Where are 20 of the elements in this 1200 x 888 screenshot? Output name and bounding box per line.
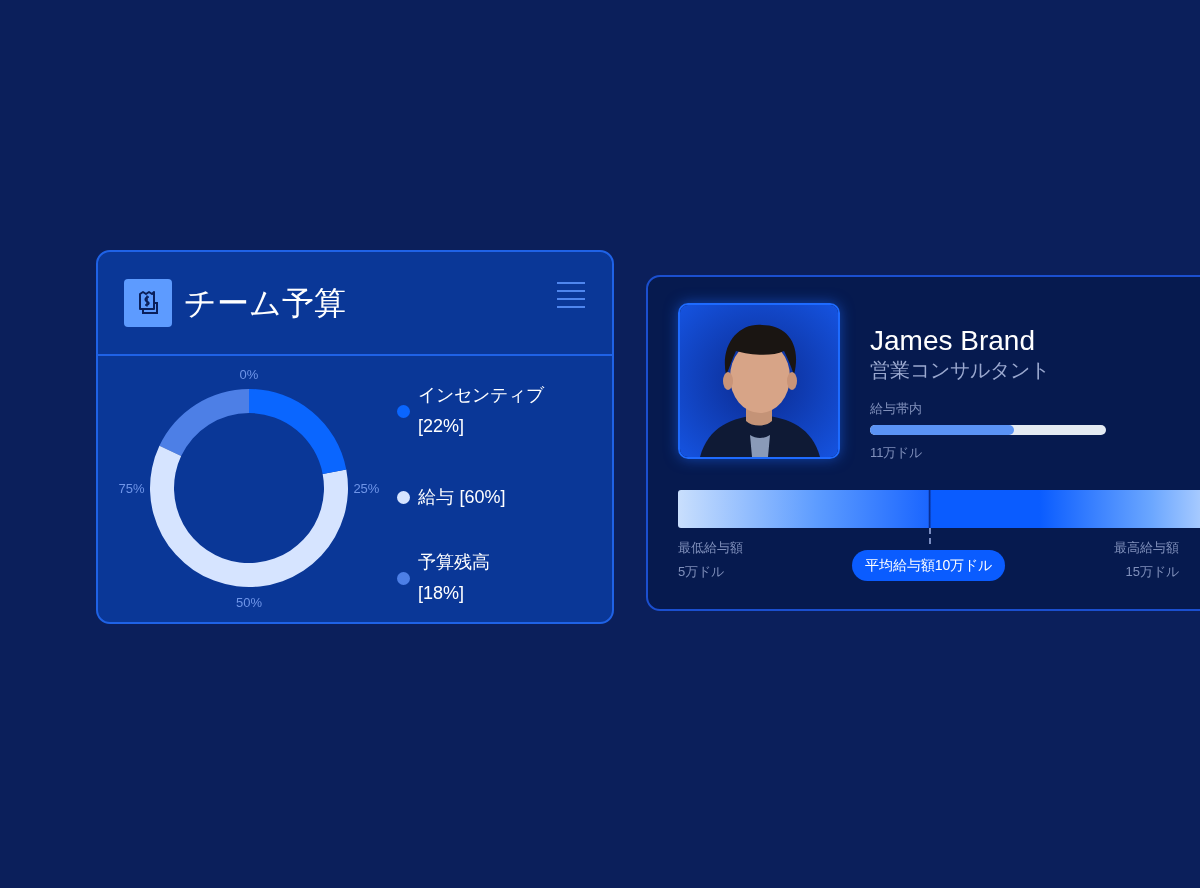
legend-label: 給与 [60%] xyxy=(418,486,506,509)
job-title: 営業コンサルタント xyxy=(870,358,1051,383)
menu-icon[interactable] xyxy=(556,281,586,309)
legend-label: 予算残高 [18%] xyxy=(418,551,491,605)
tick-label: 50% xyxy=(236,595,262,610)
receipt-icon xyxy=(124,279,172,327)
card-title: チーム予算 xyxy=(184,284,346,323)
tick-label: 0% xyxy=(239,367,259,382)
min-salary-value: 5万ドル xyxy=(678,563,726,581)
min-salary-label: 最低給与額 xyxy=(678,539,744,557)
person-name: James Brand xyxy=(870,325,1036,357)
band-value: 11万ドル xyxy=(870,443,924,462)
max-salary-value: 15万ドル xyxy=(1125,563,1179,581)
average-marker xyxy=(929,528,931,544)
tick-label: 75% xyxy=(118,481,145,496)
tick-label: 25% xyxy=(353,481,380,496)
legend-label: インセンティブ [22%] xyxy=(418,384,545,438)
max-salary-label: 最高給与額 xyxy=(1114,539,1179,557)
average-salary-badge: 平均給与額10万ドル xyxy=(851,550,1006,581)
band-label: 給与帯内 xyxy=(870,400,923,418)
